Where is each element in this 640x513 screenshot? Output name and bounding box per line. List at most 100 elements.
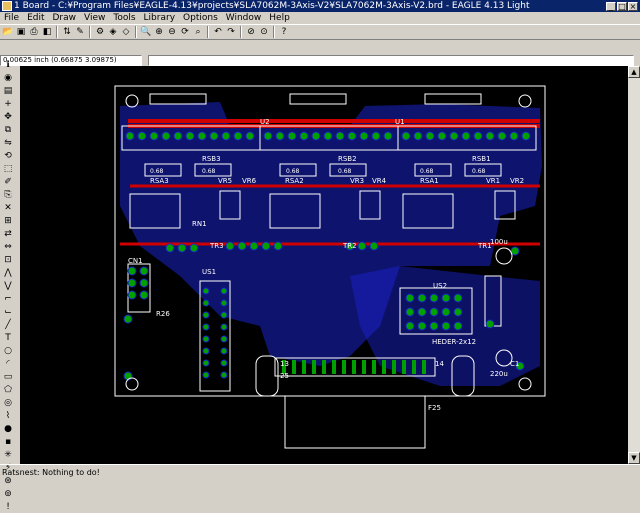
display-icon[interactable]: ▤ <box>2 85 14 97</box>
mirror-icon[interactable]: ⇋ <box>2 137 14 149</box>
lock-icon[interactable]: ⊡ <box>2 254 14 266</box>
split-icon[interactable]: ⋀ <box>2 267 14 279</box>
menu-view[interactable]: View <box>80 13 109 23</box>
menu-library[interactable]: Library <box>140 13 179 23</box>
undo-icon[interactable]: ↶ <box>212 26 224 38</box>
minimize-button[interactable]: _ <box>606 1 616 11</box>
command-row: 0.00625 inch (0.66875 3.09875) <box>0 54 640 66</box>
add-icon[interactable]: ⊞ <box>2 215 14 227</box>
label-rsb2: RSB2 <box>338 155 357 163</box>
label-rsa3: RSA3 <box>150 177 169 185</box>
arc-icon[interactable]: ◜ <box>2 358 14 370</box>
zoom-select-icon[interactable]: ⌕ <box>192 26 204 38</box>
label-u2: U2 <box>260 118 270 126</box>
cam-icon[interactable]: ◧ <box>41 26 53 38</box>
folder-open-icon[interactable]: 📂 <box>2 26 14 38</box>
smd-value: 0.68 <box>150 168 164 175</box>
replace-icon[interactable]: ⇔ <box>2 241 14 253</box>
label-header: HEDER-2x12 <box>432 338 476 346</box>
optimize-icon[interactable]: ⋁ <box>2 280 14 292</box>
header-connector <box>424 93 482 105</box>
delete-icon[interactable]: ✕ <box>2 202 14 214</box>
command-line-input[interactable] <box>148 54 634 66</box>
label-c1: C1 <box>510 360 519 368</box>
erc-icon[interactable]: ◇ <box>120 26 132 38</box>
menu-edit[interactable]: Edit <box>23 13 48 23</box>
rotate-icon[interactable]: ⟲ <box>2 150 14 162</box>
attribute-icon[interactable]: ▪ <box>2 436 14 448</box>
maximize-button[interactable]: □ <box>617 1 627 11</box>
coordinate-display: 0.00625 inch (0.66875 3.09875) <box>0 54 142 66</box>
db25-shell <box>284 395 426 449</box>
smd-value: 0.68 <box>286 168 300 175</box>
print-icon[interactable]: ⎙ <box>28 26 40 38</box>
change-icon[interactable]: ✐ <box>2 176 14 188</box>
label-vr5: VR5 <box>218 177 232 185</box>
menu-options[interactable]: Options <box>179 13 222 23</box>
move-icon[interactable]: ✥ <box>2 111 14 123</box>
rect-icon[interactable]: ▭ <box>2 371 14 383</box>
route-icon[interactable]: ⌐ <box>2 293 14 305</box>
close-button[interactable]: × <box>628 1 638 11</box>
menu-help[interactable]: Help <box>265 13 294 23</box>
label-rsa2: RSA2 <box>285 177 304 185</box>
zoom-out-icon[interactable]: ⊖ <box>166 26 178 38</box>
label-220u: 220u <box>490 370 508 378</box>
copy-icon[interactable]: ⧉ <box>2 124 14 136</box>
label-u1: U1 <box>395 118 405 126</box>
vertical-scrollbar[interactable]: ▲ ▼ <box>628 66 640 464</box>
command-toolbar: ℹ ◉ ▤ + ✥ ⧉ ⇋ ⟲ ⬚ ✐ ⎘ ✕ ⊞ ⇄ ⇔ ⊡ ⋀ ⋁ ⌐ ⌙ … <box>0 58 16 512</box>
wire-icon[interactable]: ╱ <box>2 319 14 331</box>
zoom-fit-icon[interactable]: 🔍 <box>140 26 152 38</box>
run-icon[interactable]: ⚙ <box>94 26 106 38</box>
signal-icon[interactable]: ⌇ <box>2 410 14 422</box>
label-us2: US2 <box>433 282 447 290</box>
status-bar: Ratsnest: Nothing to do! <box>0 464 640 480</box>
scroll-up-button[interactable]: ▲ <box>628 66 640 78</box>
ic-pin-row <box>125 131 531 141</box>
menu-bar: File Edit Draw View Tools Library Option… <box>0 12 640 24</box>
script-icon[interactable]: ✎ <box>74 26 86 38</box>
drc-icon[interactable]: ⊚ <box>2 488 14 500</box>
label-cn1: CN1 <box>128 257 143 265</box>
ratsnest-icon[interactable]: ✳ <box>2 449 14 461</box>
scroll-down-button[interactable]: ▼ <box>628 452 640 464</box>
hole-icon[interactable]: ● <box>2 423 14 435</box>
mark-icon[interactable]: + <box>2 98 14 110</box>
menu-file[interactable]: File <box>0 13 23 23</box>
errors-icon[interactable]: ! <box>2 501 14 513</box>
paste-icon[interactable]: ⎘ <box>2 189 14 201</box>
board-switch-icon[interactable]: ⇅ <box>61 26 73 38</box>
pinswap-icon[interactable]: ⇄ <box>2 228 14 240</box>
label-f25: F25 <box>428 404 441 412</box>
help-icon[interactable]: ? <box>278 26 290 38</box>
label-vr2: VR2 <box>510 177 524 185</box>
save-icon[interactable]: ▣ <box>15 26 27 38</box>
smd-value: 0.68 <box>472 168 486 175</box>
text-icon[interactable]: T <box>2 332 14 344</box>
label-rsb1: RSB1 <box>472 155 491 163</box>
menu-tools[interactable]: Tools <box>109 13 139 23</box>
zoom-in-icon[interactable]: ⊕ <box>153 26 165 38</box>
circle-icon[interactable]: ○ <box>2 345 14 357</box>
ripup-icon[interactable]: ⌙ <box>2 306 14 318</box>
stop-icon[interactable]: ⊘ <box>245 26 257 38</box>
smd-value: 0.68 <box>420 168 434 175</box>
label-100u: 100u <box>490 238 508 246</box>
drc-icon[interactable]: ◈ <box>107 26 119 38</box>
label-pin13: 13 <box>280 360 289 368</box>
polygon-icon[interactable]: ⬠ <box>2 384 14 396</box>
redraw-icon[interactable]: ⟳ <box>179 26 191 38</box>
group-icon[interactable]: ⬚ <box>2 163 14 175</box>
menu-window[interactable]: Window <box>222 13 266 23</box>
via-icon[interactable]: ◎ <box>2 397 14 409</box>
label-tr3: TR3 <box>209 242 224 250</box>
show-icon[interactable]: ◉ <box>2 72 14 84</box>
go-icon[interactable]: ⊙ <box>258 26 270 38</box>
menu-draw[interactable]: Draw <box>49 13 81 23</box>
redo-icon[interactable]: ↷ <box>225 26 237 38</box>
label-vr3: VR3 <box>350 177 364 185</box>
label-tr2: TR2 <box>342 242 357 250</box>
info-icon[interactable]: ℹ <box>2 59 14 71</box>
board-canvas[interactable]: U2 U1 RSB3 RSB2 RSB1 RSA3 RSA2 RSA1 VR6 … <box>20 66 628 464</box>
